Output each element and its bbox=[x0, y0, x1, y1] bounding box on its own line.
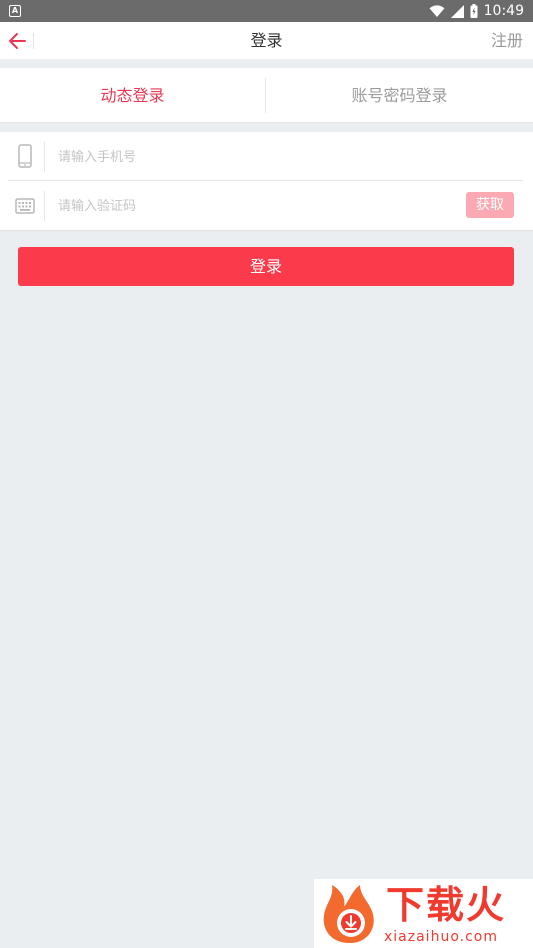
code-row: 获取 bbox=[0, 181, 533, 230]
phone-input[interactable] bbox=[58, 144, 438, 170]
status-icons: 10:49 bbox=[429, 2, 524, 20]
watermark-domain: xiazaihuo.com bbox=[384, 929, 498, 945]
wifi-icon bbox=[429, 4, 445, 17]
field-divider bbox=[44, 191, 45, 221]
nav-bar: 登录 注册 bbox=[0, 22, 533, 59]
tab-dynamic-login[interactable]: 动态登录 bbox=[0, 68, 265, 123]
page-title: 登录 bbox=[250, 31, 283, 50]
battery-icon bbox=[470, 4, 478, 18]
flame-logo-icon bbox=[323, 885, 374, 943]
signal-icon bbox=[450, 4, 464, 18]
login-button[interactable]: 登录 bbox=[18, 247, 514, 286]
login-tabs: 动态登录 账号密码登录 bbox=[0, 68, 533, 123]
register-link[interactable]: 注册 bbox=[491, 22, 523, 59]
watermark-title: 下载火 bbox=[386, 883, 507, 927]
phone-row bbox=[0, 132, 533, 181]
tab-password-login[interactable]: 账号密码登录 bbox=[266, 68, 533, 123]
keyboard-icon bbox=[15, 198, 35, 214]
app-notification-icon: A bbox=[9, 5, 21, 17]
phone-icon bbox=[18, 144, 32, 168]
status-bar: A 10:49 bbox=[0, 0, 533, 22]
status-time: 10:49 bbox=[483, 3, 524, 19]
login-form: 获取 bbox=[0, 132, 533, 231]
get-code-button[interactable]: 获取 bbox=[466, 192, 514, 218]
watermark-logo: 下载火 xiazaihuo.com bbox=[314, 879, 533, 948]
field-divider bbox=[44, 142, 45, 172]
verification-code-input[interactable] bbox=[58, 193, 438, 219]
